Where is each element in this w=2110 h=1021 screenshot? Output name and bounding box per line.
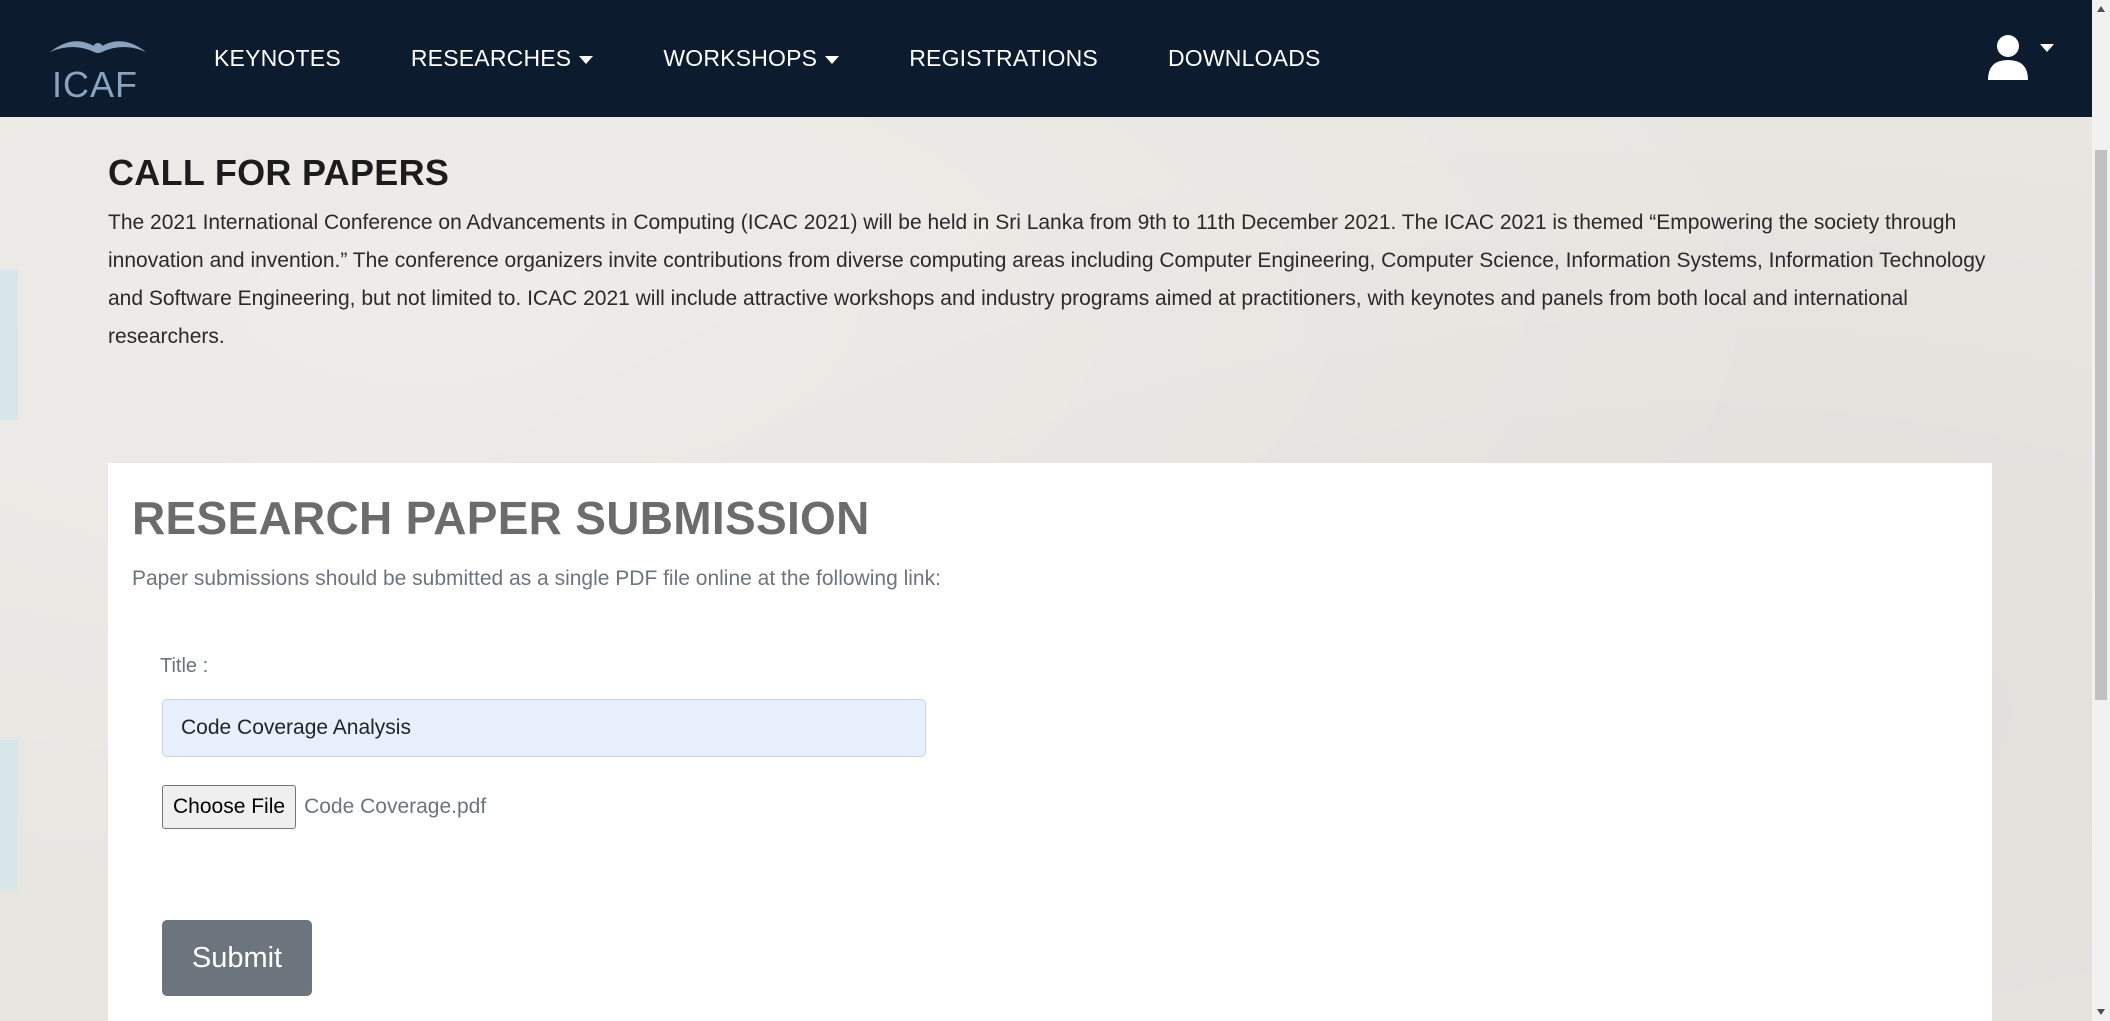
nav-item-label: REGISTRATIONS: [909, 45, 1098, 71]
nav-item-downloads[interactable]: DOWNLOADS: [1168, 45, 1321, 72]
choose-file-button[interactable]: Choose File: [162, 785, 297, 829]
nav-item-keynotes[interactable]: KEYNOTES: [214, 45, 341, 72]
file-input[interactable]: Choose File Code Coverage.pdf: [162, 785, 486, 829]
background-decoration: [0, 270, 18, 420]
user-icon: [1988, 35, 2028, 80]
brand-name: ICAF: [52, 64, 139, 105]
title-input[interactable]: [162, 699, 926, 757]
selected-file-name: Code Coverage.pdf: [304, 795, 487, 818]
scroll-down-arrow-icon[interactable]: [2097, 1009, 2105, 1015]
title-label: Title :: [160, 655, 209, 677]
caret-down-icon: [825, 55, 840, 64]
top-navbar: ICAF KEYNOTES RESEARCHES WORKSHOPS REGIS…: [0, 0, 2092, 117]
nav-item-label: DOWNLOADS: [1167, 45, 1321, 71]
nav-item-workshops[interactable]: WORKSHOPS: [663, 45, 840, 72]
nav-item-registrations[interactable]: REGISTRATIONS: [909, 45, 1098, 72]
submission-card: RESEARCH PAPER SUBMISSION Paper submissi…: [108, 463, 1992, 1021]
vertical-scrollbar[interactable]: [2092, 0, 2110, 1021]
submission-heading: RESEARCH PAPER SUBMISSION: [132, 492, 870, 544]
call-for-papers-description: The 2021 International Conference on Adv…: [108, 211, 1986, 348]
scroll-up-arrow-icon[interactable]: [2097, 6, 2105, 12]
nav-item-label: WORKSHOPS: [663, 45, 818, 71]
brand-logo[interactable]: ICAF: [48, 30, 148, 105]
caret-down-icon: [2040, 44, 2054, 52]
nav-menu: KEYNOTES RESEARCHES WORKSHOPS REGISTRATI…: [214, 0, 1391, 117]
submit-button[interactable]: Submit: [162, 920, 312, 996]
nav-item-label: KEYNOTES: [214, 45, 341, 71]
submission-instructions: Paper submissions should be submitted as…: [132, 567, 941, 590]
call-for-papers-heading: CALL FOR PAPERS: [108, 152, 450, 193]
scrollbar-thumb[interactable]: [2095, 150, 2107, 700]
background-decoration: [0, 740, 18, 890]
caret-down-icon: [579, 55, 594, 64]
nav-item-label: RESEARCHES: [410, 45, 572, 71]
call-for-papers-section: CALL FOR PAPERS The 2021 International C…: [108, 152, 2008, 356]
user-menu-toggle[interactable]: [1986, 34, 2054, 80]
nav-item-researches[interactable]: RESEARCHES: [410, 45, 594, 72]
